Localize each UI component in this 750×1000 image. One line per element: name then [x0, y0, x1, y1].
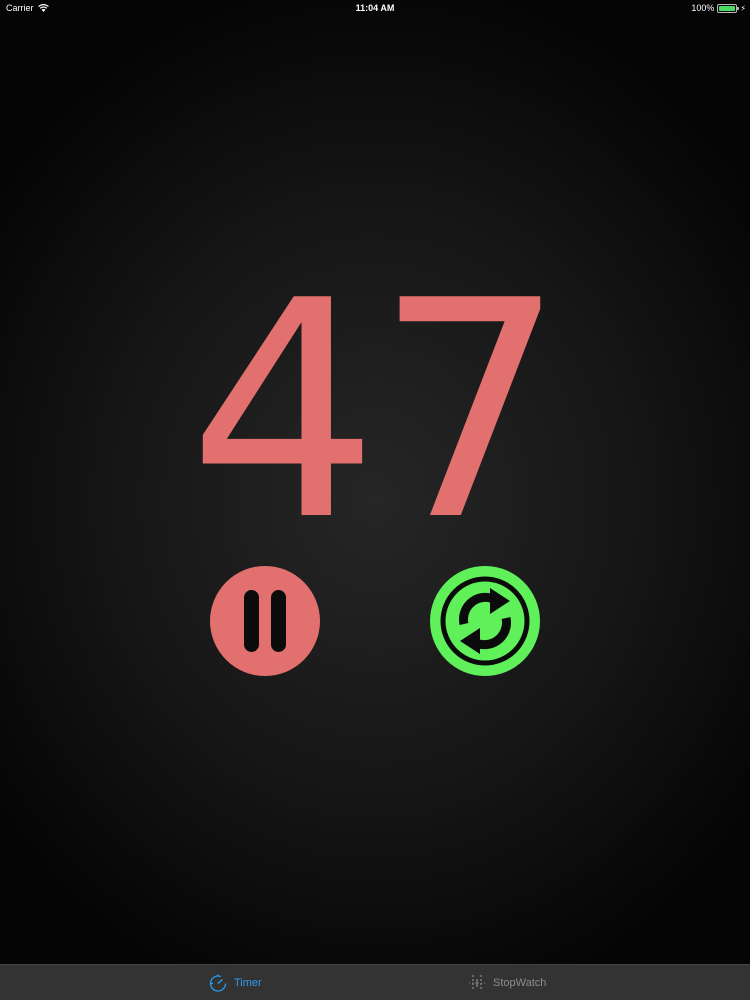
- timer-value: 47: [188, 237, 566, 586]
- timer-icon: [209, 974, 227, 992]
- pause-icon: [238, 590, 292, 652]
- tab-stopwatch-label: StopWatch: [493, 977, 547, 989]
- pause-button[interactable]: [210, 566, 320, 676]
- battery-icon: [717, 3, 740, 13]
- reset-button[interactable]: [430, 566, 540, 676]
- tab-stopwatch[interactable]: StopWatch: [467, 972, 546, 994]
- battery-percent: 100%: [691, 3, 715, 13]
- tab-bar: Timer StopWatch: [0, 964, 750, 1000]
- status-bar: Carrier 11:04 AM 100% ⚡: [0, 0, 750, 16]
- tab-timer-label: Timer: [234, 977, 262, 989]
- charging-bolt-icon: ⚡: [740, 3, 746, 13]
- battery-fill: [719, 5, 736, 11]
- tab-timer[interactable]: Timer: [208, 972, 262, 994]
- stopwatch-icon: [469, 975, 485, 991]
- battery-area: 100% ⚡: [691, 3, 746, 13]
- status-time: 11:04 AM: [355, 3, 395, 13]
- refresh-arrows-icon: [440, 576, 530, 666]
